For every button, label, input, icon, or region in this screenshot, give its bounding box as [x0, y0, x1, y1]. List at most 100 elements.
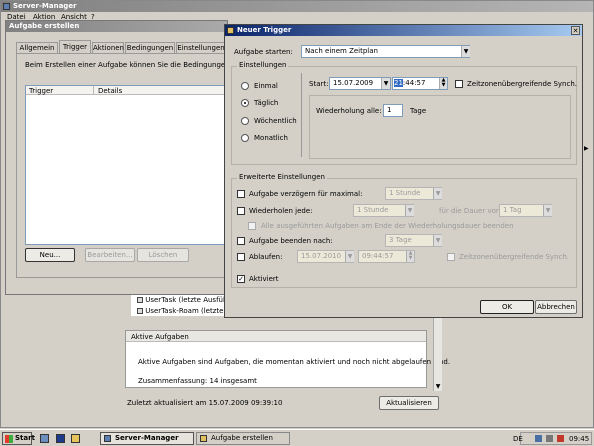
repeat-days-input[interactable]: 1 — [383, 104, 403, 117]
server-manager-app-icon — [3, 3, 10, 10]
time-spinner[interactable]: ▲ ▼ — [439, 78, 447, 89]
taskbar-item-server-manager[interactable]: Server-Manager — [100, 432, 194, 445]
task-icon — [137, 308, 143, 314]
tree-item[interactable]: UserTask (letzte Ausführ — [137, 296, 230, 304]
stop-after-checkbox[interactable] — [237, 237, 245, 245]
task-icon — [137, 297, 143, 303]
tab-strip: Allgemein Trigger Aktionen Bedingungen E… — [12, 40, 227, 53]
quicklaunch-shell-icon[interactable] — [56, 434, 65, 443]
expire-label: Ablaufen: — [249, 253, 283, 261]
language-indicator[interactable]: DE — [513, 435, 523, 443]
trigger-list-header: Trigger Details — [26, 86, 229, 95]
delay-dropdown-icon[interactable]: ▼ — [433, 188, 442, 199]
active-tasks-summary: Zusammenfassung: 14 insgesamt — [138, 377, 257, 385]
sync-label: Zeitzonenübergreifende Synch. — [467, 80, 578, 88]
volume-icon[interactable] — [546, 435, 553, 442]
active-tasks-panel: Aktive Aufgaben Aktive Aufgaben sind Auf… — [125, 330, 450, 388]
enabled-checkbox[interactable]: ✓ — [237, 275, 245, 283]
cancel-button[interactable]: Abbrechen — [535, 300, 577, 314]
delay-label: Aufgabe verzögern für maximal: — [249, 190, 363, 198]
windows-logo-icon — [5, 435, 13, 443]
stop-after-dropdown-icon[interactable]: ▼ — [433, 235, 442, 246]
server-manager-title: Server-Manager — [13, 2, 77, 10]
expire-checkbox[interactable] — [237, 253, 245, 261]
start-label: Start: — [309, 80, 329, 88]
new-trigger-title: Neuer Trigger — [237, 26, 292, 34]
tab-bedingungen[interactable]: Bedingungen — [125, 42, 175, 53]
quicklaunch-server-icon[interactable] — [40, 434, 49, 443]
start-task-label: Aufgabe starten: — [234, 48, 293, 56]
create-task-titlebar[interactable]: Aufgabe erstellen — [6, 21, 227, 32]
start-task-select[interactable]: Nach einem Zeitplan — [301, 45, 470, 58]
schedule-divider — [301, 73, 302, 157]
system-tray: DE 09:45 — [513, 432, 592, 445]
quicklaunch-explorer-icon[interactable] — [71, 434, 80, 443]
settings-group-title: Einstellungen — [237, 61, 289, 69]
schedule-daily-label: Täglich — [254, 99, 279, 107]
schedule-monthly-radio[interactable] — [241, 134, 249, 142]
duration-label: für die Dauer von: — [439, 207, 503, 215]
tab-einstellungen[interactable]: Einstellungen — [176, 42, 226, 53]
side-scroll-arrow[interactable]: ▶ — [584, 145, 592, 152]
tab-trigger[interactable]: Trigger — [59, 40, 91, 53]
start-time-hour: 21 — [394, 79, 403, 87]
clock[interactable]: 09:45 — [569, 435, 589, 443]
dialog-icon — [227, 27, 234, 34]
close-icon[interactable]: ✕ — [571, 26, 580, 35]
calendar-dropdown-icon[interactable]: ▼ — [381, 78, 390, 89]
edit-trigger-button[interactable]: Bearbeiten... — [85, 248, 135, 262]
tab-allgemein[interactable]: Allgemein — [16, 42, 58, 53]
last-updated-text: Zuletzt aktualisiert am 15.07.2009 09:39… — [127, 399, 283, 407]
duration-dropdown-icon[interactable]: ▼ — [543, 205, 552, 216]
schedule-once-label: Einmal — [254, 82, 278, 90]
active-tasks-description: Aktive Aufgaben sind Aufgaben, die momen… — [138, 358, 451, 366]
sync-checkbox[interactable] — [455, 80, 463, 88]
repeat-every-label: Wiederholen jede: — [249, 207, 313, 215]
tab-aktionen[interactable]: Aktionen — [92, 42, 124, 53]
task-scheduler-icon — [200, 435, 207, 442]
new-trigger-button[interactable]: Neu... — [25, 248, 75, 262]
schedule-daily-radio[interactable] — [241, 99, 249, 107]
delay-checkbox[interactable] — [237, 190, 245, 198]
schedule-monthly-label: Monatlich — [254, 134, 288, 142]
taskbar-item-create-task[interactable]: Aufgabe erstellen — [196, 432, 290, 445]
expire-sync-label: Zeitzonenübergreifende Synch. — [459, 253, 570, 261]
server-manager-icon — [104, 435, 111, 442]
schedule-weekly-radio[interactable] — [241, 117, 249, 125]
tab-panel: Beim Erstellen einer Aufgabe können Sie … — [16, 53, 245, 278]
stop-all-label: Alle ausgeführten Aufgaben am Ende der W… — [261, 222, 514, 230]
stop-after-label: Aufgabe beenden nach: — [249, 237, 333, 245]
start-time-rest: :44:57 — [402, 79, 426, 87]
column-divider — [93, 86, 94, 95]
new-trigger-titlebar[interactable]: Neuer Trigger — [225, 25, 582, 36]
delete-trigger-button[interactable]: Löschen — [137, 248, 189, 262]
expire-time-spinner[interactable]: ▲ ▼ — [406, 251, 414, 262]
scroll-down-arrow[interactable]: ▼ — [434, 383, 442, 391]
network-icon[interactable] — [535, 435, 542, 442]
repeat-every-checkbox[interactable] — [237, 207, 245, 215]
trigger-list[interactable]: Trigger Details — [25, 85, 230, 245]
expire-sync-checkbox[interactable] — [447, 253, 455, 261]
advanced-group-title: Erweiterte Einstellungen — [237, 173, 327, 181]
schedule-once-radio[interactable] — [241, 82, 249, 90]
expire-date-dropdown-icon[interactable]: ▼ — [345, 251, 354, 262]
create-task-dialog: Aufgabe erstellen Allgemein Trigger Akti… — [5, 20, 245, 295]
column-header-details[interactable]: Details — [98, 87, 122, 95]
server-manager-titlebar[interactable]: Server-Manager — [1, 1, 593, 12]
create-task-title: Aufgabe erstellen — [9, 22, 80, 30]
stop-all-checkbox[interactable] — [248, 222, 256, 230]
active-tasks-header[interactable]: Aktive Aufgaben — [126, 331, 426, 342]
repeat-every-dropdown-icon[interactable]: ▼ — [405, 205, 414, 216]
trigger-intro-text: Beim Erstellen einer Aufgabe können Sie … — [25, 61, 246, 69]
tree-item[interactable]: UserTask-Roam (letzte Au — [137, 307, 235, 315]
schedule-weekly-label: Wöchentlich — [254, 117, 297, 125]
enabled-label: Aktiviert — [249, 275, 279, 283]
new-trigger-dialog: Neuer Trigger ✕ Aufgabe starten: Nach ei… — [224, 24, 583, 318]
refresh-button[interactable]: Aktualisieren — [379, 396, 439, 410]
start-button[interactable]: Start — [2, 432, 35, 445]
chevron-down-icon[interactable]: ▼ — [461, 46, 470, 57]
action-center-icon[interactable] — [557, 435, 564, 442]
ok-button[interactable]: OK — [480, 300, 534, 314]
repeat-box — [309, 95, 571, 159]
column-header-trigger[interactable]: Trigger — [29, 87, 53, 95]
